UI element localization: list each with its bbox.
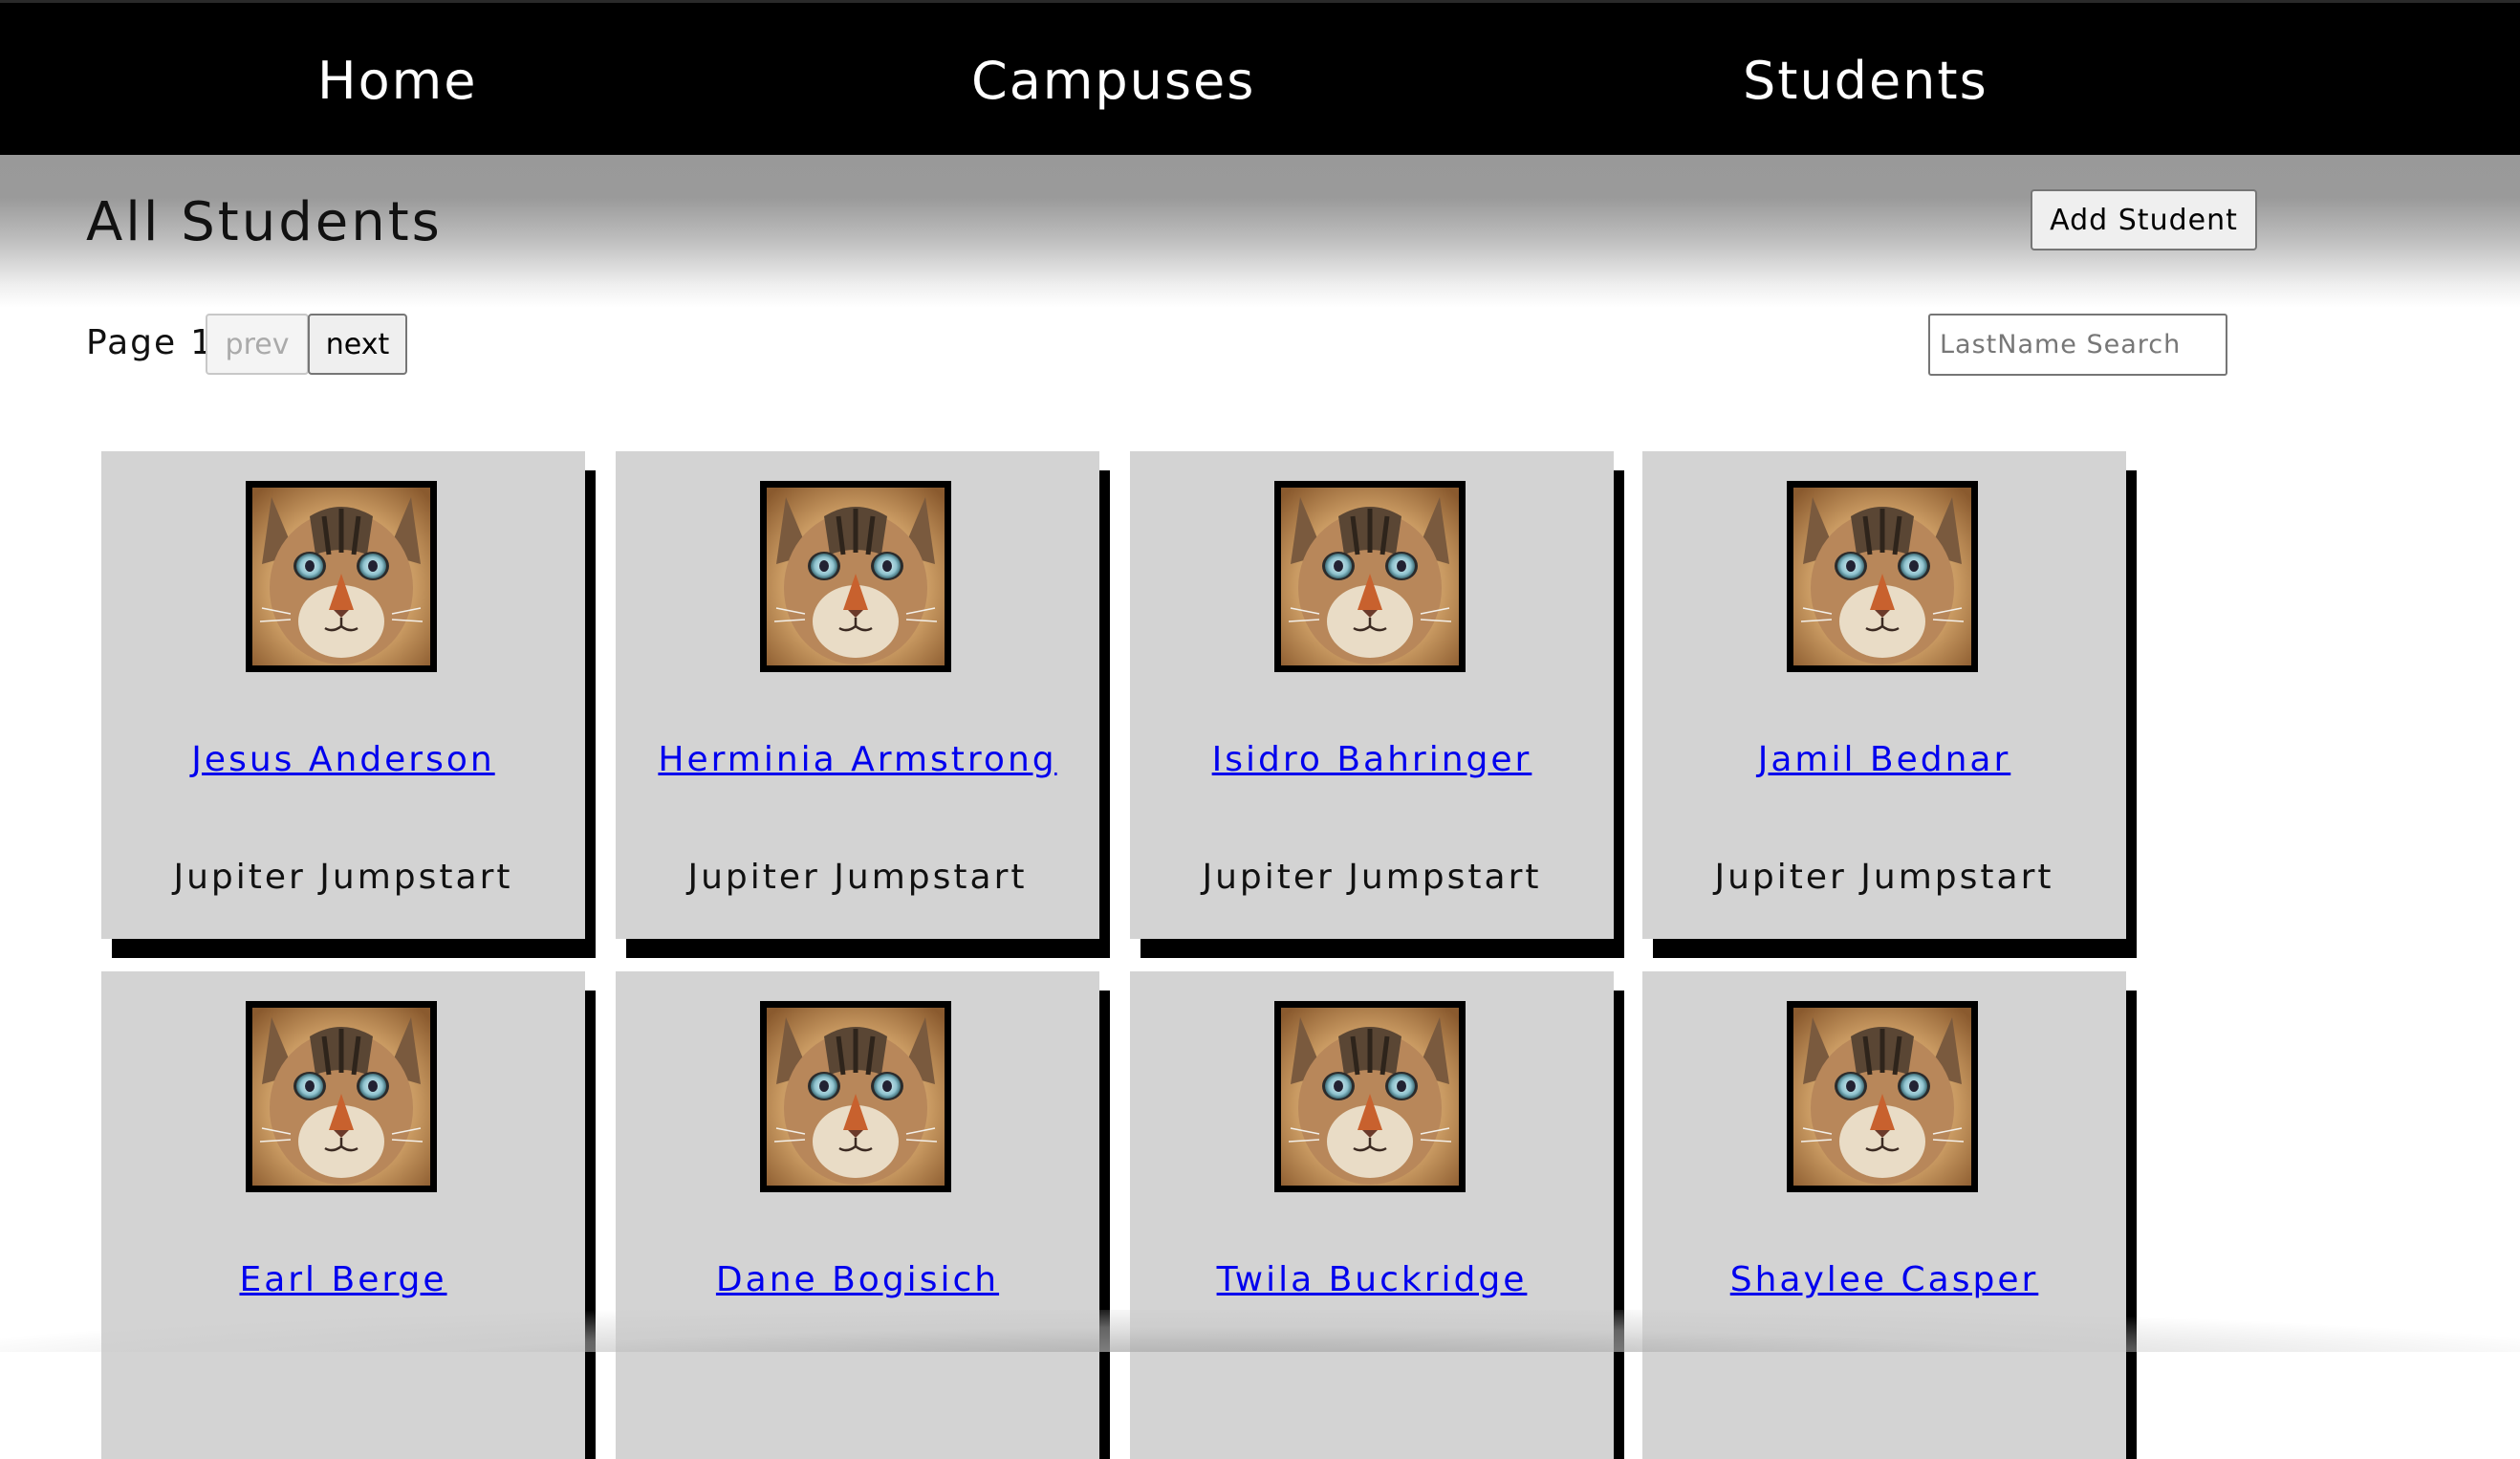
student-card: Jamil Bednar Jupiter Jumpstart — [1642, 451, 2126, 939]
cat-photo-icon — [246, 481, 437, 672]
cat-photo-icon — [760, 481, 951, 672]
cat-photo-icon — [1787, 481, 1978, 672]
student-name-link[interactable]: Shaylee Casper — [1642, 1260, 2126, 1299]
student-card: Jesus Anderson Jupiter Jumpstart — [101, 451, 585, 939]
student-card: Shaylee Casper — [1642, 971, 2126, 1459]
student-name-link[interactable]: Earl Berge — [101, 1260, 585, 1299]
student-name-link[interactable]: Isidro Bahringer — [1130, 740, 1614, 779]
student-name-link[interactable]: Jesus Anderson — [101, 740, 585, 779]
cat-photo-icon — [760, 1001, 951, 1192]
student-card: Twila Buckridge — [1130, 971, 1614, 1459]
student-name-link[interactable]: Twila Buckridge — [1130, 1260, 1614, 1299]
cat-photo-icon — [1274, 481, 1466, 672]
student-campus: Jupiter Jumpstart — [173, 858, 513, 897]
student-name-link[interactable]: Herminia Armstrong — [616, 740, 1099, 779]
student-card: Earl Berge — [101, 971, 585, 1459]
cat-photo-icon — [1274, 1001, 1466, 1192]
student-card: Isidro Bahringer Jupiter Jumpstart — [1130, 451, 1614, 939]
student-card: Dane Bogisich — [616, 971, 1099, 1459]
student-campus: Jupiter Jumpstart — [687, 858, 1028, 897]
student-card: Herminia Armstrong Jupiter Jumpstart — [616, 451, 1099, 939]
student-campus: Jupiter Jumpstart — [1714, 858, 2054, 897]
student-name-link[interactable]: Jamil Bednar — [1642, 740, 2126, 779]
student-name-link[interactable]: Dane Bogisich — [616, 1260, 1099, 1299]
cat-photo-icon — [246, 1001, 437, 1192]
student-campus: Jupiter Jumpstart — [1202, 858, 1542, 897]
student-grid: Jesus Anderson Jupiter Jumpstart Hermini… — [0, 0, 2520, 1459]
cat-photo-icon — [1787, 1001, 1978, 1192]
